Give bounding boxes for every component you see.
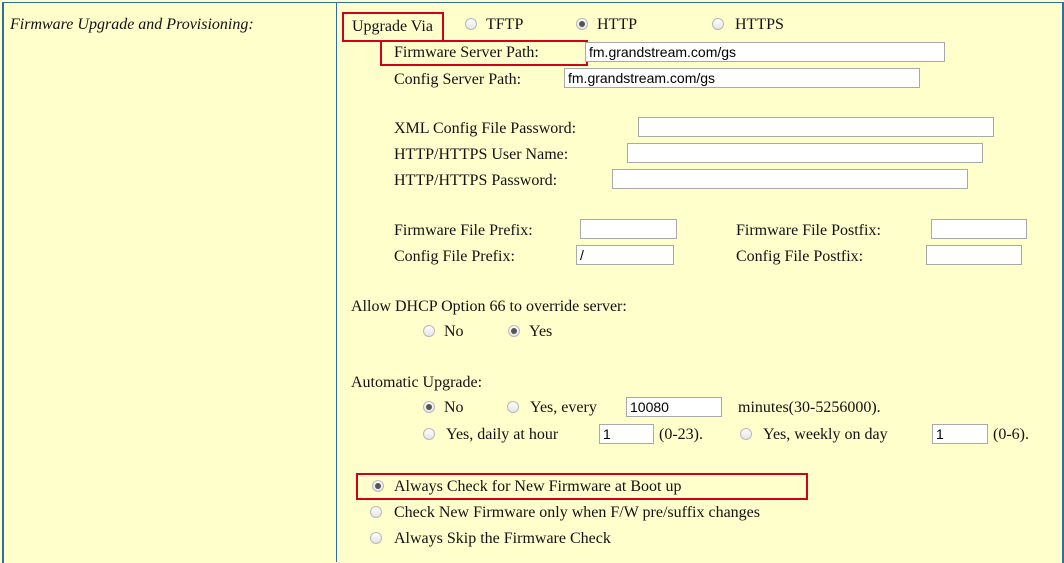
firmware-server-path-label: Firmware Server Path:	[394, 44, 539, 61]
auto-upgrade-label: Automatic Upgrade:	[351, 374, 483, 391]
radio-auto-upgrade-every[interactable]	[507, 401, 519, 413]
config-file-postfix-label: Config File Postfix:	[736, 248, 864, 265]
config-file-postfix-input[interactable]	[926, 245, 1022, 265]
weekly-day-input[interactable]: 1	[932, 424, 988, 444]
weekly-day-range: (0-6).	[993, 426, 1029, 443]
radio-check-on-prefix-change[interactable]	[370, 506, 382, 518]
radio-always-check-boot[interactable]	[372, 480, 384, 492]
radio-check-on-prefix-change-label: Check New Firmware only when F/W pre/suf…	[394, 504, 760, 521]
section-title: Firmware Upgrade and Provisioning:	[10, 16, 254, 33]
firmware-server-path-input[interactable]: fm.grandstream.com/gs	[585, 42, 945, 62]
radio-always-check-boot-label: Always Check for New Firmware at Boot up	[394, 478, 682, 495]
upgrade-interval-range: minutes(30-5256000).	[738, 399, 881, 416]
config-file-prefix-input[interactable]: /	[576, 245, 674, 265]
radio-dhcp66-yes-label: Yes	[529, 323, 553, 340]
radio-auto-upgrade-daily-label: Yes, daily at hour	[446, 426, 559, 443]
daily-hour-range: (0-23).	[659, 426, 703, 443]
firmware-file-prefix-label: Firmware File Prefix:	[394, 222, 533, 239]
xml-config-password-label: XML Config File Password:	[394, 120, 577, 137]
column-divider	[336, 2, 337, 562]
radio-dhcp66-yes[interactable]	[508, 325, 520, 337]
firmware-file-postfix-input[interactable]	[931, 219, 1027, 239]
radio-dhcp66-no-label: No	[444, 323, 464, 340]
xml-config-password-input[interactable]	[638, 117, 994, 137]
http-password-label: HTTP/HTTPS Password:	[394, 172, 558, 189]
radio-auto-upgrade-every-label: Yes, every	[530, 399, 597, 416]
radio-dhcp66-no[interactable]	[423, 325, 435, 337]
radio-skip-firmware-check-label: Always Skip the Firmware Check	[394, 530, 611, 547]
radio-tftp-label: TFTP	[486, 16, 524, 33]
radio-skip-firmware-check[interactable]	[370, 532, 382, 544]
dhcp66-label: Allow DHCP Option 66 to override server:	[351, 298, 627, 315]
radio-auto-upgrade-no[interactable]	[423, 401, 435, 413]
config-server-path-input[interactable]: fm.grandstream.com/gs	[564, 68, 920, 88]
upgrade-via-label: Upgrade Via	[352, 18, 433, 35]
http-user-name-label: HTTP/HTTPS User Name:	[394, 146, 569, 163]
http-user-name-input[interactable]	[627, 143, 983, 163]
radio-tftp[interactable]	[465, 18, 477, 30]
radio-auto-upgrade-weekly[interactable]	[740, 428, 752, 440]
radio-https-label: HTTPS	[735, 16, 784, 33]
radio-http[interactable]	[576, 18, 588, 30]
firmware-file-prefix-input[interactable]	[580, 219, 677, 239]
config-server-path-label: Config Server Path:	[394, 71, 522, 88]
http-password-input[interactable]	[612, 169, 968, 189]
upgrade-interval-input[interactable]: 10080	[626, 397, 722, 417]
firmware-file-postfix-label: Firmware File Postfix:	[736, 222, 881, 239]
daily-hour-input[interactable]: 1	[599, 424, 654, 444]
radio-auto-upgrade-daily[interactable]	[423, 428, 435, 440]
radio-auto-upgrade-weekly-label: Yes, weekly on day	[763, 426, 888, 443]
radio-https[interactable]	[712, 18, 724, 30]
config-file-prefix-label: Config File Prefix:	[394, 248, 515, 265]
radio-http-label: HTTP	[597, 16, 637, 33]
radio-auto-upgrade-no-label: No	[444, 399, 464, 416]
